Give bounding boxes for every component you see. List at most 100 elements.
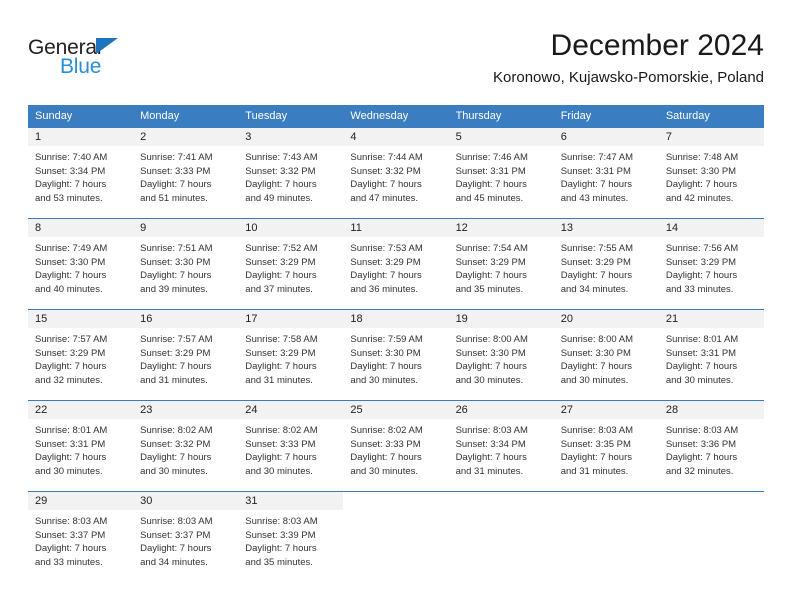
daylight-text-line1: Daylight: 7 hours bbox=[455, 179, 527, 191]
daylight-text-line1: Daylight: 7 hours bbox=[665, 179, 738, 191]
calendar-day-cell[interactable]: 20 Sunrise: 8:00 AM Sunset: 3:30 PM Dayligh… bbox=[553, 309, 659, 401]
day-number: 8 bbox=[28, 219, 134, 237]
day-number: 21 bbox=[658, 310, 764, 328]
calendar-day-cell[interactable]: 23 Sunrise: 8:02 AM Sunset: 3:32 PM Dayligh… bbox=[133, 400, 239, 492]
day-number: 18 bbox=[343, 310, 449, 328]
calendar-day-cell[interactable]: 7 Sunrise: 7:48 AM Sunset: 3:30 PM Daylight… bbox=[658, 127, 764, 219]
sunrise-text: Sunrise: 8:03 AM bbox=[560, 425, 634, 436]
calendar-day-cell[interactable]: 31 Sunrise: 8:03 AM Sunset: 3:39 PM Dayligh… bbox=[238, 491, 344, 582]
daylight-text-line2: and 34 minutes. bbox=[560, 283, 629, 295]
calendar-day-cell[interactable]: 24 Sunrise: 8:02 AM Sunset: 3:33 PM Dayligh… bbox=[238, 400, 344, 492]
daylight-text-line1: Daylight: 7 hours bbox=[350, 361, 422, 373]
day-details: Sunrise: 7:44 AM Sunset: 3:32 PM Daylight:… bbox=[343, 146, 448, 205]
sunset-text: Sunset: 3:33 PM bbox=[245, 438, 316, 450]
daylight-text-line1: Daylight: 7 hours bbox=[455, 361, 527, 373]
day-details: Sunrise: 8:01 AM Sunset: 3:31 PM Daylight:… bbox=[659, 328, 764, 387]
day-details: Sunrise: 7:51 AM Sunset: 3:30 PM Daylight:… bbox=[133, 237, 238, 296]
day-number: 31 bbox=[238, 492, 344, 510]
daylight-text-line2: and 47 minutes. bbox=[350, 192, 419, 204]
calendar-day-cell[interactable]: 30 Sunrise: 8:03 AM Sunset: 3:37 PM Dayligh… bbox=[133, 491, 239, 582]
calendar-day-cell[interactable]: 13 Sunrise: 7:55 AM Sunset: 3:29 PM Dayligh… bbox=[553, 218, 659, 310]
daylight-text-line2: and 40 minutes. bbox=[35, 283, 103, 295]
calendar-day-cell[interactable]: 29 Sunrise: 8:03 AM Sunset: 3:37 PM Dayligh… bbox=[28, 491, 134, 582]
sunrise-text: Sunrise: 7:51 AM bbox=[140, 243, 213, 254]
sunrise-text: Sunrise: 7:57 AM bbox=[140, 334, 213, 345]
daylight-text-line2: and 33 minutes. bbox=[665, 283, 734, 295]
calendar-day-cell[interactable]: 8 Sunrise: 7:49 AM Sunset: 3:30 PM Daylight… bbox=[28, 218, 134, 310]
day-details: Sunrise: 8:02 AM Sunset: 3:33 PM Daylight:… bbox=[343, 419, 448, 478]
day-details: Sunrise: 7:52 AM Sunset: 3:29 PM Daylight:… bbox=[238, 237, 343, 296]
day-number: 26 bbox=[448, 401, 554, 419]
calendar-day-cell[interactable]: 1 Sunrise: 7:40 AM Sunset: 3:34 PM Daylight… bbox=[28, 127, 134, 219]
weekday-header-tuesday: Tuesday bbox=[238, 105, 344, 128]
day-number: 13 bbox=[553, 219, 659, 237]
calendar-week-row: 8 Sunrise: 7:49 AM Sunset: 3:30 PM Daylight… bbox=[28, 218, 764, 310]
weekday-header-sunday: Sunday bbox=[28, 105, 134, 128]
day-number: 5 bbox=[448, 128, 554, 146]
sunrise-text: Sunrise: 7:56 AM bbox=[665, 243, 739, 254]
calendar-day-cell[interactable]: 17 Sunrise: 7:58 AM Sunset: 3:29 PM Dayligh… bbox=[238, 309, 344, 401]
calendar-day-cell[interactable]: 12 Sunrise: 7:54 AM Sunset: 3:29 PM Dayligh… bbox=[448, 218, 554, 310]
calendar-day-cell[interactable]: 11 Sunrise: 7:53 AM Sunset: 3:29 PM Dayligh… bbox=[343, 218, 449, 310]
calendar-day-cell[interactable]: 22 Sunrise: 8:01 AM Sunset: 3:31 PM Dayligh… bbox=[28, 400, 134, 492]
day-number: 12 bbox=[448, 219, 554, 237]
calendar-day-cell[interactable]: 18 Sunrise: 7:59 AM Sunset: 3:30 PM Dayligh… bbox=[343, 309, 449, 401]
calendar-day-cell[interactable]: 2 Sunrise: 7:41 AM Sunset: 3:33 PM Daylight… bbox=[133, 127, 239, 219]
day-details: Sunrise: 8:02 AM Sunset: 3:33 PM Daylight:… bbox=[238, 419, 343, 478]
calendar-cell-empty bbox=[658, 491, 764, 582]
daylight-text-line1: Daylight: 7 hours bbox=[35, 543, 107, 555]
calendar-table: Sunday Monday Tuesday Wednesday Thursday… bbox=[28, 105, 764, 582]
day-details: Sunrise: 7:54 AM Sunset: 3:29 PM Daylight:… bbox=[449, 237, 554, 296]
sunrise-text: Sunrise: 7:58 AM bbox=[245, 334, 318, 345]
daylight-text-line2: and 49 minutes. bbox=[245, 192, 313, 204]
day-number bbox=[343, 492, 449, 510]
sunset-text: Sunset: 3:33 PM bbox=[350, 438, 421, 450]
calendar-day-cell[interactable]: 5 Sunrise: 7:46 AM Sunset: 3:31 PM Daylight… bbox=[448, 127, 554, 219]
daylight-text-line1: Daylight: 7 hours bbox=[140, 270, 212, 282]
calendar-day-cell[interactable]: 10 Sunrise: 7:52 AM Sunset: 3:29 PM Dayligh… bbox=[238, 218, 344, 310]
calendar-day-cell[interactable]: 26 Sunrise: 8:03 AM Sunset: 3:34 PM Dayligh… bbox=[448, 400, 554, 492]
calendar-day-cell[interactable]: 25 Sunrise: 8:02 AM Sunset: 3:33 PM Dayligh… bbox=[343, 400, 449, 492]
sunset-text: Sunset: 3:31 PM bbox=[455, 165, 526, 177]
calendar-day-cell[interactable]: 3 Sunrise: 7:43 AM Sunset: 3:32 PM Daylight… bbox=[238, 127, 344, 219]
calendar-header-row: Sunday Monday Tuesday Wednesday Thursday… bbox=[28, 105, 764, 128]
sunrise-text: Sunrise: 7:59 AM bbox=[350, 334, 423, 345]
day-number: 27 bbox=[553, 401, 659, 419]
daylight-text-line2: and 35 minutes. bbox=[455, 283, 524, 295]
daylight-text-line2: and 31 minutes. bbox=[140, 374, 208, 386]
calendar-cell-empty bbox=[448, 491, 554, 582]
day-details: Sunrise: 7:56 AM Sunset: 3:29 PM Daylight:… bbox=[659, 237, 764, 296]
calendar-day-cell[interactable]: 14 Sunrise: 7:56 AM Sunset: 3:29 PM Dayligh… bbox=[658, 218, 764, 310]
calendar-day-cell[interactable]: 28 Sunrise: 8:03 AM Sunset: 3:36 PM Dayligh… bbox=[658, 400, 764, 492]
daylight-text-line2: and 35 minutes. bbox=[245, 556, 313, 568]
calendar-day-cell[interactable]: 16 Sunrise: 7:57 AM Sunset: 3:29 PM Dayligh… bbox=[133, 309, 239, 401]
brand-logo[interactable]: General Blue bbox=[28, 36, 228, 92]
sunrise-text: Sunrise: 7:53 AM bbox=[350, 243, 423, 254]
daylight-text-line1: Daylight: 7 hours bbox=[560, 452, 632, 464]
calendar-day-cell[interactable]: 4 Sunrise: 7:44 AM Sunset: 3:32 PM Daylight… bbox=[343, 127, 449, 219]
day-number bbox=[553, 492, 659, 510]
calendar-page: General Blue December 2024 Koronowo, Kuj… bbox=[0, 0, 792, 612]
calendar-day-cell[interactable]: 15 Sunrise: 7:57 AM Sunset: 3:29 PM Dayligh… bbox=[28, 309, 134, 401]
calendar-day-cell[interactable]: 6 Sunrise: 7:47 AM Sunset: 3:31 PM Daylight… bbox=[553, 127, 659, 219]
sunrise-text: Sunrise: 8:03 AM bbox=[35, 516, 108, 527]
daylight-text-line2: and 36 minutes. bbox=[350, 283, 419, 295]
day-details: Sunrise: 7:55 AM Sunset: 3:29 PM Daylight:… bbox=[554, 237, 659, 296]
daylight-text-line2: and 30 minutes. bbox=[665, 374, 734, 386]
calendar-day-cell[interactable]: 21 Sunrise: 8:01 AM Sunset: 3:31 PM Dayligh… bbox=[658, 309, 764, 401]
day-number: 25 bbox=[343, 401, 449, 419]
daylight-text-line2: and 39 minutes. bbox=[140, 283, 208, 295]
daylight-text-line2: and 32 minutes. bbox=[665, 465, 734, 477]
day-number: 28 bbox=[658, 401, 764, 419]
day-details: Sunrise: 7:47 AM Sunset: 3:31 PM Daylight:… bbox=[554, 146, 659, 205]
day-details: Sunrise: 8:03 AM Sunset: 3:37 PM Daylight:… bbox=[28, 510, 133, 569]
day-details: Sunrise: 8:03 AM Sunset: 3:37 PM Daylight:… bbox=[133, 510, 238, 569]
daylight-text-line2: and 31 minutes. bbox=[245, 374, 313, 386]
calendar-day-cell[interactable]: 19 Sunrise: 8:00 AM Sunset: 3:30 PM Dayligh… bbox=[448, 309, 554, 401]
calendar-day-cell[interactable]: 9 Sunrise: 7:51 AM Sunset: 3:30 PM Daylight… bbox=[133, 218, 239, 310]
daylight-text-line1: Daylight: 7 hours bbox=[350, 270, 422, 282]
day-number bbox=[658, 492, 764, 510]
sunrise-text: Sunrise: 7:41 AM bbox=[140, 152, 213, 163]
daylight-text-line1: Daylight: 7 hours bbox=[560, 361, 632, 373]
calendar-day-cell[interactable]: 27 Sunrise: 8:03 AM Sunset: 3:35 PM Dayligh… bbox=[553, 400, 659, 492]
